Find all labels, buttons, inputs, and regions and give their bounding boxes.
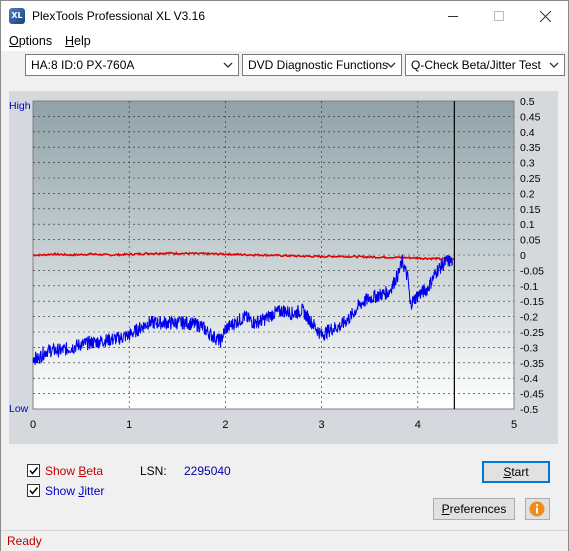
chevron-down-icon [386, 62, 396, 68]
menu-bar: Options Help [1, 31, 568, 51]
show-jitter-label[interactable]: Show Jitter [45, 484, 104, 498]
y-tick-label: -0.1 [520, 281, 538, 293]
chart-panel: 0.5 0.45 0.4 0.35 0.3 0.25 0.2 0.15 0.1 0.05 0 -0.0… [9, 91, 558, 444]
minimize-icon [448, 16, 458, 17]
y-tick-label: 0.05 [520, 235, 541, 247]
y-tick-label: -0.25 [520, 327, 544, 339]
maximize-button[interactable] [476, 1, 522, 31]
y-tick-label: 0.3 [520, 158, 535, 170]
app-window: XL PlexTools Professional XL V3.16 Optio… [0, 0, 569, 551]
y-tick-label: -0.05 [520, 265, 544, 277]
app-logo-icon: XL [9, 8, 25, 24]
start-button[interactable]: Start [482, 461, 550, 483]
x-tick-label: 5 [511, 419, 517, 431]
y-tick-label: 0.4 [520, 127, 535, 139]
show-beta-checkbox[interactable] [27, 464, 40, 477]
preferences-button[interactable]: Preferences [433, 498, 515, 520]
x-tick-label: 2 [222, 419, 228, 431]
menu-options[interactable]: Options [9, 34, 52, 48]
beta-jitter-chart: 0.5 0.45 0.4 0.35 0.3 0.25 0.2 0.15 0.1 0.05 0 -0.0… [9, 96, 544, 431]
title-bar: XL PlexTools Professional XL V3.16 [1, 1, 568, 31]
y-tick-label: -0.35 [520, 358, 544, 370]
y-tick-label: 0.5 [520, 96, 535, 108]
chevron-down-icon [223, 62, 233, 68]
show-jitter-checkbox[interactable] [27, 484, 40, 497]
controls-panel: Show Beta Show Jitter LSN: 2295040 Start… [9, 454, 558, 529]
y-tick-label: 0 [520, 250, 526, 262]
function-select-value: DVD Diagnostic Functions [248, 58, 389, 72]
y-tick-label: 0.25 [520, 173, 541, 185]
y-tick-label: 0.2 [520, 188, 535, 200]
x-tick-label: 3 [319, 419, 325, 431]
high-label: High [9, 100, 31, 112]
info-button[interactable] [525, 498, 550, 520]
lsn-label: LSN: [140, 464, 167, 478]
checkmark-icon [29, 487, 39, 495]
y-tick-label: 0.45 [520, 111, 541, 123]
show-beta-label[interactable]: Show Beta [45, 464, 103, 478]
lsn-value: 2295040 [184, 464, 231, 478]
y-tick-label: -0.5 [520, 404, 538, 416]
y-tick-label: -0.4 [520, 373, 538, 385]
y-tick-label: 0.1 [520, 219, 535, 231]
y-tick-label: 0.15 [520, 204, 541, 216]
checkmark-icon [29, 467, 39, 475]
close-icon [539, 10, 551, 22]
status-text: Ready [7, 534, 42, 548]
test-select[interactable]: Q-Check Beta/Jitter Test [405, 54, 565, 76]
y-tick-label: -0.45 [520, 389, 544, 401]
x-tick-label: 1 [126, 419, 132, 431]
menu-help[interactable]: Help [65, 34, 91, 48]
x-tick-label: 0 [30, 419, 36, 431]
status-bar: Ready [1, 530, 568, 551]
test-select-value: Q-Check Beta/Jitter Test [411, 58, 541, 72]
y-tick-label: -0.2 [520, 312, 538, 324]
toolbar: HA:8 ID:0 PX-760A DVD Diagnostic Functio… [1, 51, 568, 81]
chevron-down-icon [549, 62, 559, 68]
maximize-icon [494, 11, 504, 21]
low-label: Low [9, 403, 29, 415]
close-button[interactable] [522, 1, 568, 31]
function-select[interactable]: DVD Diagnostic Functions [242, 54, 402, 76]
x-tick-label: 4 [415, 419, 421, 431]
y-tick-label: -0.15 [520, 296, 544, 308]
drive-select[interactable]: HA:8 ID:0 PX-760A [25, 54, 239, 76]
y-tick-label: 0.35 [520, 142, 541, 154]
window-title: PlexTools Professional XL V3.16 [32, 9, 205, 23]
drive-select-value: HA:8 ID:0 PX-760A [31, 58, 135, 72]
info-icon [529, 501, 545, 517]
y-tick-label: -0.3 [520, 342, 538, 354]
minimize-button[interactable] [430, 1, 476, 31]
